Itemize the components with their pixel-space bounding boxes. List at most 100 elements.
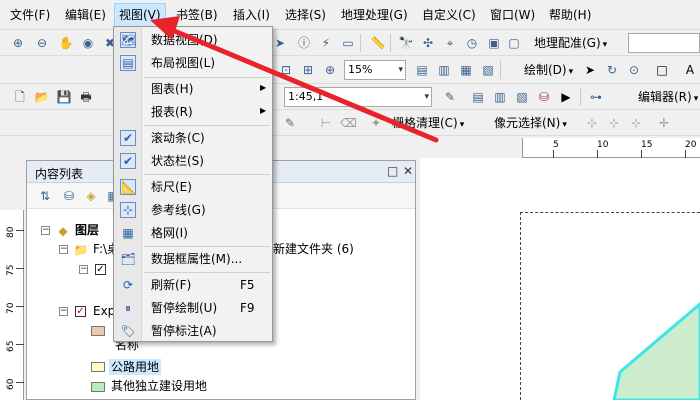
html-popup-icon[interactable]: ▭ [340,35,356,51]
zoom-in-icon[interactable]: ⊕ [10,35,26,51]
exp-layer-label[interactable]: Exp [93,303,115,319]
menu-item-status-bar[interactable]: ✔ 状态栏(S) [114,150,272,172]
raster-cleanup-menu[interactable]: 栅格清理(C) ▾ [392,114,464,134]
menu-view[interactable]: 视图(V) [114,3,166,27]
select-pointer-icon[interactable]: ➤ [582,62,598,78]
menu-item-label: 数据视图(D) [151,33,218,47]
drawing-menu[interactable]: 绘制(D) ▾ [524,61,573,81]
menu-window[interactable]: 窗口(W) [490,7,535,23]
map-scale-combo[interactable]: 1:45,1 ▾ [284,87,432,107]
legend-label[interactable]: 其他独立建设用地 [111,378,207,394]
menu-edit[interactable]: 编辑(E) [65,7,106,23]
identify-icon[interactable]: ⓘ [296,35,312,51]
search-window-icon[interactable]: ▧ [514,89,530,105]
menu-bookmarks[interactable]: 书签(B) [176,7,218,23]
change-layout-icon[interactable]: ▦ [458,62,474,78]
menu-item-scrollbars[interactable]: ✔ 滚动条(C) [114,127,272,149]
layout-view-icon: ▤ [120,55,136,71]
create-viewer-icon[interactable]: ▣ [486,35,502,51]
menu-item-data-view[interactable]: 🗺 数据视图(D) [114,29,272,51]
toggle-draft-icon[interactable]: ▤ [414,62,430,78]
maximize-icon[interactable]: □ [387,164,398,178]
menu-item-guides[interactable]: ⊹ 参考线(G) [114,199,272,221]
zoom-to-100-icon[interactable]: ⊞ [300,62,316,78]
collapse-layers-toggle[interactable]: − [41,226,50,235]
zoom-out-icon[interactable]: ⊖ [34,35,50,51]
pixel-selection-menu[interactable]: 像元选择(N) ▾ [494,114,567,134]
layout-zoom-combo[interactable]: 15% ▾ [344,60,406,80]
pixel-remove-icon[interactable]: ⊹ [628,115,644,131]
find-icon[interactable]: 🔭 [398,35,414,51]
legend-label-selected[interactable]: 公路用地 [109,359,162,375]
close-icon[interactable]: ✕ [403,164,413,178]
catalog-icon[interactable]: ▥ [492,89,508,105]
menu-item-graphs[interactable]: 图表(H) ▶ [114,78,272,100]
table-of-contents-icon[interactable]: ▤ [470,89,486,105]
menu-item-pause-drawing[interactable]: ⏸ 暂停绘制(U) F9 [114,297,272,319]
rectangle-icon[interactable]: □ [654,62,670,78]
collapse-exp-toggle[interactable]: − [59,307,68,316]
pan-icon[interactable]: ✋ [58,35,74,51]
go-to-xy-icon[interactable]: ⌖ [442,35,458,51]
menu-item-pause-labeling[interactable]: 🏷 暂停标注(A) [114,320,272,342]
line-tool-icon[interactable]: ⊢ [318,115,334,131]
find-route-icon[interactable]: ✣ [420,35,436,51]
focus-data-frame-icon[interactable]: ▥ [436,62,452,78]
layers-label[interactable]: 图层 [75,222,99,238]
crosshair-icon[interactable]: ✛ [656,115,672,131]
editor-toolbar-icon[interactable]: ✎ [442,89,458,105]
list-by-drawing-order-icon[interactable]: ⇅ [37,188,53,204]
save-icon[interactable]: 💾 [56,89,72,105]
python-icon[interactable]: ▶ [558,89,574,105]
menu-geoprocessing[interactable]: 地理处理(G) [341,7,408,23]
print-icon[interactable]: 🖶 [78,89,94,105]
model-builder-icon[interactable]: ⊶ [588,89,604,105]
list-by-source-icon[interactable]: ⛁ [61,188,77,204]
pan-raster-icon[interactable]: ✦ [368,115,384,131]
pixel-select-icon[interactable]: ⊹ [584,115,600,131]
menu-customize[interactable]: 自定义(C) [422,7,476,23]
collapse-folder-toggle[interactable]: − [59,245,68,254]
overflow-icon[interactable]: ▢ [506,35,522,51]
zoom-to-selected-icon[interactable]: ⊙ [626,62,642,78]
measure-icon[interactable]: 📏 [370,35,386,51]
full-extent-icon[interactable]: ◉ [80,35,96,51]
legend-swatch [91,362,105,372]
pencil-icon[interactable]: ✎ [282,115,298,131]
menu-help[interactable]: 帮助(H) [549,7,591,23]
menu-item-grid[interactable]: ▦ 格网(I) [114,222,272,244]
menu-item-label: 数据框属性(M)... [151,252,243,266]
menu-item-label: 暂停绘制(U) [151,301,218,315]
menu-item-layout-view[interactable]: ▤ 布局视图(L) [114,52,272,74]
collapse-layer-toggle[interactable]: − [79,265,88,274]
text-icon[interactable]: A [682,62,698,78]
editor-menu[interactable]: 编辑器(R) ▾ [638,88,698,108]
new-document-icon[interactable]: 🗋 [12,89,28,105]
eraser-icon[interactable]: ⌫ [340,115,357,131]
layer-visibility-checkbox[interactable]: ✓ [95,264,106,275]
georeferencing-menu[interactable]: 地理配准(G) ▾ [534,34,607,54]
menu-item-data-frame-properties[interactable]: 🗂 数据框属性(M)... [114,248,272,270]
ruler-tick [16,382,24,383]
rotate-icon[interactable]: ↻ [604,62,620,78]
menu-item-refresh[interactable]: ⟳ 刷新(F) F5 [114,274,272,296]
menu-file[interactable]: 文件(F) [10,7,50,23]
georef-layer-combo[interactable] [628,33,700,53]
menu-item-label: 报表(R) [151,105,193,119]
exp-visibility-checkbox[interactable]: ✓ [75,306,86,317]
select-elements-icon[interactable]: ➤ [272,35,288,51]
menu-selection[interactable]: 选择(S) [285,7,326,23]
ruler-label: 5 [553,140,559,150]
fixed-zoom-in-icon[interactable]: ⊕ [322,62,338,78]
open-icon[interactable]: 📂 [34,89,50,105]
arctoolbox-icon[interactable]: ⛁ [536,89,552,105]
menu-insert[interactable]: 插入(I) [233,7,270,23]
pixel-add-icon[interactable]: ⊹ [606,115,622,131]
time-slider-icon[interactable]: ◷ [464,35,480,51]
hyperlink-icon[interactable]: ⚡ [318,35,334,51]
zoom-whole-page-icon[interactable]: ⊡ [278,62,294,78]
menu-item-rulers[interactable]: 📐 标尺(E) [114,176,272,198]
list-by-visibility-icon[interactable]: ◈ [83,188,99,204]
menu-item-reports[interactable]: 报表(R) ▶ [114,101,272,123]
data-driven-pages-icon[interactable]: ▧ [480,62,496,78]
